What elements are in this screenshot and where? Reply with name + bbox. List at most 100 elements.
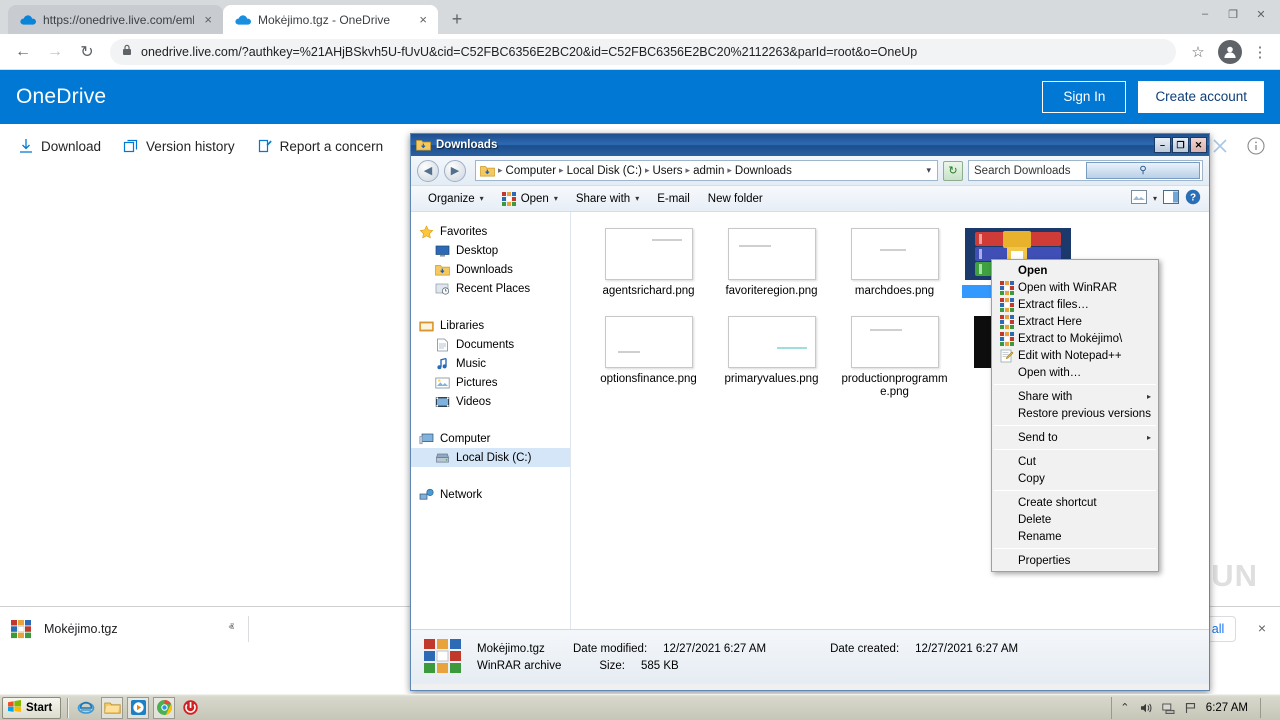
sidebar-item-computer[interactable]: Computer <box>411 429 570 448</box>
browser-maximize-button[interactable]: ❐ <box>1220 3 1246 25</box>
clock[interactable]: 6:27 AM <box>1206 702 1248 714</box>
onedrive-logo[interactable]: OneDrive <box>16 85 106 109</box>
context-menu-item-copy[interactable]: Copy <box>992 470 1158 487</box>
shutdown-icon[interactable] <box>179 697 201 719</box>
search-input[interactable]: Search Downloads ⚲ <box>968 160 1203 181</box>
sign-in-button[interactable]: Sign In <box>1042 81 1127 113</box>
context-menu-item-create-shortcut[interactable]: Create shortcut <box>992 494 1158 511</box>
preview-pane-icon[interactable] <box>1130 190 1147 207</box>
chevron-up-icon[interactable]: ⱏ <box>229 622 240 635</box>
sidebar-item-network[interactable]: Network <box>411 485 570 504</box>
reload-button[interactable]: ↻ <box>72 37 102 67</box>
breadcrumb-segment-computer[interactable]: Computer <box>506 165 557 177</box>
file-item[interactable]: primaryvalues.png <box>710 316 833 399</box>
breadcrumb-segment-downloads[interactable]: Downloads <box>735 165 792 177</box>
context-menu-item-restore-previous-versions[interactable]: Restore previous versions <box>992 405 1158 422</box>
profile-avatar[interactable] <box>1218 39 1242 64</box>
sidebar-item-libraries[interactable]: Libraries <box>411 316 570 335</box>
breadcrumb-segment-admin[interactable]: admin <box>693 165 724 177</box>
internet-explorer-icon[interactable] <box>75 697 97 719</box>
context-menu-item-extract-files[interactable]: Extract files… <box>992 296 1158 313</box>
view-dropdown-icon[interactable]: ▾ <box>1153 194 1157 203</box>
help-icon[interactable]: ? <box>1185 189 1201 208</box>
browser-minimize-button[interactable]: – <box>1192 3 1218 25</box>
organize-button[interactable]: Organize ▾ <box>419 188 493 210</box>
download-command[interactable]: Download <box>18 138 101 154</box>
context-menu-item-share-with[interactable]: Share with ▸ <box>992 388 1158 405</box>
layout-pane-icon[interactable] <box>1163 190 1179 207</box>
context-menu-item-open-with-winrar[interactable]: Open with WinRAR <box>992 279 1158 296</box>
tab-close-icon[interactable]: × <box>201 11 215 28</box>
forward-button[interactable]: → <box>40 37 70 67</box>
browser-tab-2[interactable]: Mokėjimo.tgz - OneDrive × <box>223 5 438 34</box>
explorer-title-bar[interactable]: Downloads – ❐ ✕ <box>411 134 1209 156</box>
email-button[interactable]: E-mail <box>648 188 699 210</box>
context-menu-item-properties[interactable]: Properties <box>992 552 1158 569</box>
action-center-flag-icon[interactable] <box>1184 701 1198 715</box>
explorer-maximize-button[interactable]: ❐ <box>1172 137 1189 153</box>
browser-tab-1[interactable]: https://onedrive.live.com/embed?cid × <box>8 5 223 34</box>
chrome-menu-icon[interactable]: ⋮ <box>1248 38 1272 66</box>
close-icon[interactable] <box>1210 136 1230 156</box>
sidebar-item-local-disk-c[interactable]: Local Disk (C:) <box>411 448 570 467</box>
report-concern-command[interactable]: Report a concern <box>257 138 383 154</box>
new-folder-button[interactable]: New folder <box>699 188 772 210</box>
new-tab-button[interactable]: + <box>444 6 470 32</box>
breadcrumb-segment-users[interactable]: Users <box>653 165 683 177</box>
search-icon[interactable]: ⚲ <box>1086 162 1200 179</box>
tab-close-icon[interactable]: × <box>416 11 430 28</box>
version-history-icon <box>123 138 139 154</box>
context-menu-item-extract-to-folder[interactable]: Extract to Mokėjimo\ <box>992 330 1158 347</box>
start-button[interactable]: Start <box>2 696 62 719</box>
sidebar-item-desktop[interactable]: Desktop <box>411 241 570 260</box>
info-icon[interactable] <box>1246 136 1266 156</box>
sidebar-item-downloads[interactable]: Downloads <box>411 260 570 279</box>
open-button[interactable]: Open ▾ <box>493 188 567 210</box>
browser-close-button[interactable]: ✕ <box>1248 3 1274 25</box>
sidebar-item-documents[interactable]: Documents <box>411 335 570 354</box>
windows-explorer-icon[interactable] <box>101 696 124 719</box>
share-with-button[interactable]: Share with ▾ <box>567 188 648 210</box>
breadcrumb[interactable]: ▸ Computer ▸ Local Disk (C:) ▸ Users ▸ a… <box>475 160 938 181</box>
context-menu-item-send-to[interactable]: Send to ▸ <box>992 429 1158 446</box>
chrome-icon[interactable] <box>153 696 176 719</box>
file-name: agentsrichard.png <box>602 285 695 297</box>
context-menu-item-open-with[interactable]: Open with… <box>992 364 1158 381</box>
sidebar-item-music[interactable]: Music <box>411 354 570 373</box>
back-button[interactable]: ← <box>8 37 38 67</box>
file-item[interactable]: productionprogramme.png <box>833 316 956 399</box>
explorer-close-button[interactable]: ✕ <box>1190 137 1207 153</box>
show-hidden-icons-icon[interactable]: ⌃ <box>1118 701 1132 715</box>
context-menu-item-rename[interactable]: Rename <box>992 528 1158 545</box>
context-menu-item-delete[interactable]: Delete <box>992 511 1158 528</box>
breadcrumb-segment-local-disk[interactable]: Local Disk (C:) <box>567 165 642 177</box>
explorer-back-button[interactable]: ◀ <box>417 159 439 182</box>
sidebar-item-favorites[interactable]: Favorites <box>411 222 570 241</box>
volume-icon[interactable] <box>1140 701 1154 715</box>
download-shelf-close-icon[interactable]: × <box>1258 620 1266 636</box>
network-tray-icon[interactable] <box>1162 701 1176 715</box>
refresh-button[interactable]: ↻ <box>943 160 963 181</box>
sidebar-item-videos[interactable]: Videos <box>411 392 570 411</box>
context-menu-item-cut[interactable]: Cut <box>992 453 1158 470</box>
media-player-icon[interactable] <box>127 696 150 719</box>
show-desktop-button[interactable] <box>1260 697 1272 718</box>
explorer-minimize-button[interactable]: – <box>1154 137 1171 153</box>
details-line-1: Mokėjimo.tgz Date modified: 12/27/2021 6… <box>477 643 1018 655</box>
sidebar-item-pictures[interactable]: Pictures <box>411 373 570 392</box>
download-item[interactable]: Mokėjimo.tgz ⱏ <box>10 618 240 640</box>
breadcrumb-dropdown-icon[interactable]: ▾ <box>926 165 933 176</box>
context-menu-item-edit-with-notepadpp[interactable]: Edit with Notepad++ <box>992 347 1158 364</box>
sidebar-item-recent-places[interactable]: Recent Places <box>411 279 570 298</box>
context-menu-item-extract-here[interactable]: Extract Here <box>992 313 1158 330</box>
file-item[interactable]: marchdoes.png <box>833 228 956 298</box>
file-item[interactable]: agentsrichard.png <box>587 228 710 298</box>
create-account-button[interactable]: Create account <box>1138 81 1264 113</box>
file-item[interactable]: favoriteregion.png <box>710 228 833 298</box>
address-bar[interactable]: onedrive.live.com/?authkey=%21AHjBSkvh5U… <box>110 38 1176 65</box>
bookmark-star-icon[interactable]: ☆ <box>1184 38 1212 66</box>
explorer-forward-button[interactable]: ▶ <box>444 159 466 182</box>
context-menu-item-open[interactable]: Open <box>992 262 1158 279</box>
file-item[interactable]: optionsfinance.png <box>587 316 710 399</box>
version-history-command[interactable]: Version history <box>123 138 235 154</box>
